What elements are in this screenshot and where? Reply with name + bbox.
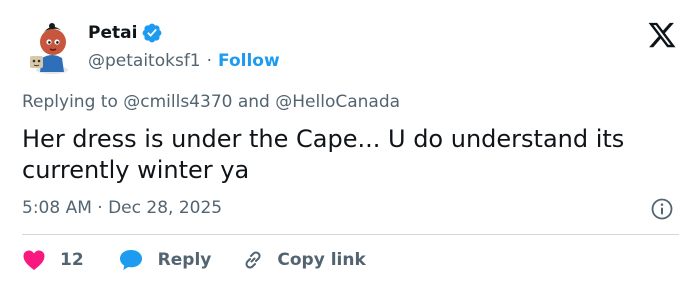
info-icon[interactable] <box>650 197 674 221</box>
reply-conjunction: and <box>237 92 270 112</box>
copy-link-button[interactable]: Copy link <box>241 248 366 272</box>
name-row: Petai <box>88 20 280 46</box>
display-name[interactable]: Petai <box>88 23 137 43</box>
divider <box>22 234 679 235</box>
reply-context: Replying to @cmills4370 and @HelloCanada <box>22 92 400 112</box>
reply-button[interactable]: Reply <box>118 248 212 272</box>
like-count: 12 <box>60 250 84 270</box>
reply-prefix: Replying to <box>22 92 118 112</box>
like-button[interactable]: 12 <box>22 249 84 271</box>
author-block: Petai @petaitoksf1 · Follow <box>88 20 280 73</box>
follow-button[interactable]: Follow <box>218 51 280 71</box>
action-bar: 12 Reply Copy link <box>22 247 366 273</box>
copy-link-label: Copy link <box>277 250 366 270</box>
separator-dot: · <box>206 51 213 71</box>
heart-icon <box>22 249 46 271</box>
handle-row: @petaitoksf1 · Follow <box>88 49 280 73</box>
tweet-text: Her dress is under the Cape... U do unde… <box>22 125 625 184</box>
reply-label: Reply <box>157 250 212 270</box>
verified-badge-icon <box>141 22 163 44</box>
tweet-embed-card: Petai @petaitoksf1 · Follow Replying to … <box>0 0 700 287</box>
link-icon <box>241 248 265 272</box>
x-logo-icon[interactable] <box>646 20 678 50</box>
timestamp[interactable]: 5:08 AM · Dec 28, 2025 <box>22 198 222 218</box>
avatar[interactable] <box>22 18 80 76</box>
handle[interactable]: @petaitoksf1 <box>88 51 201 71</box>
speech-bubble-icon <box>118 248 144 272</box>
mention-link[interactable]: @cmills4370 <box>123 92 232 112</box>
mention-link[interactable]: @HelloCanada <box>275 92 400 112</box>
